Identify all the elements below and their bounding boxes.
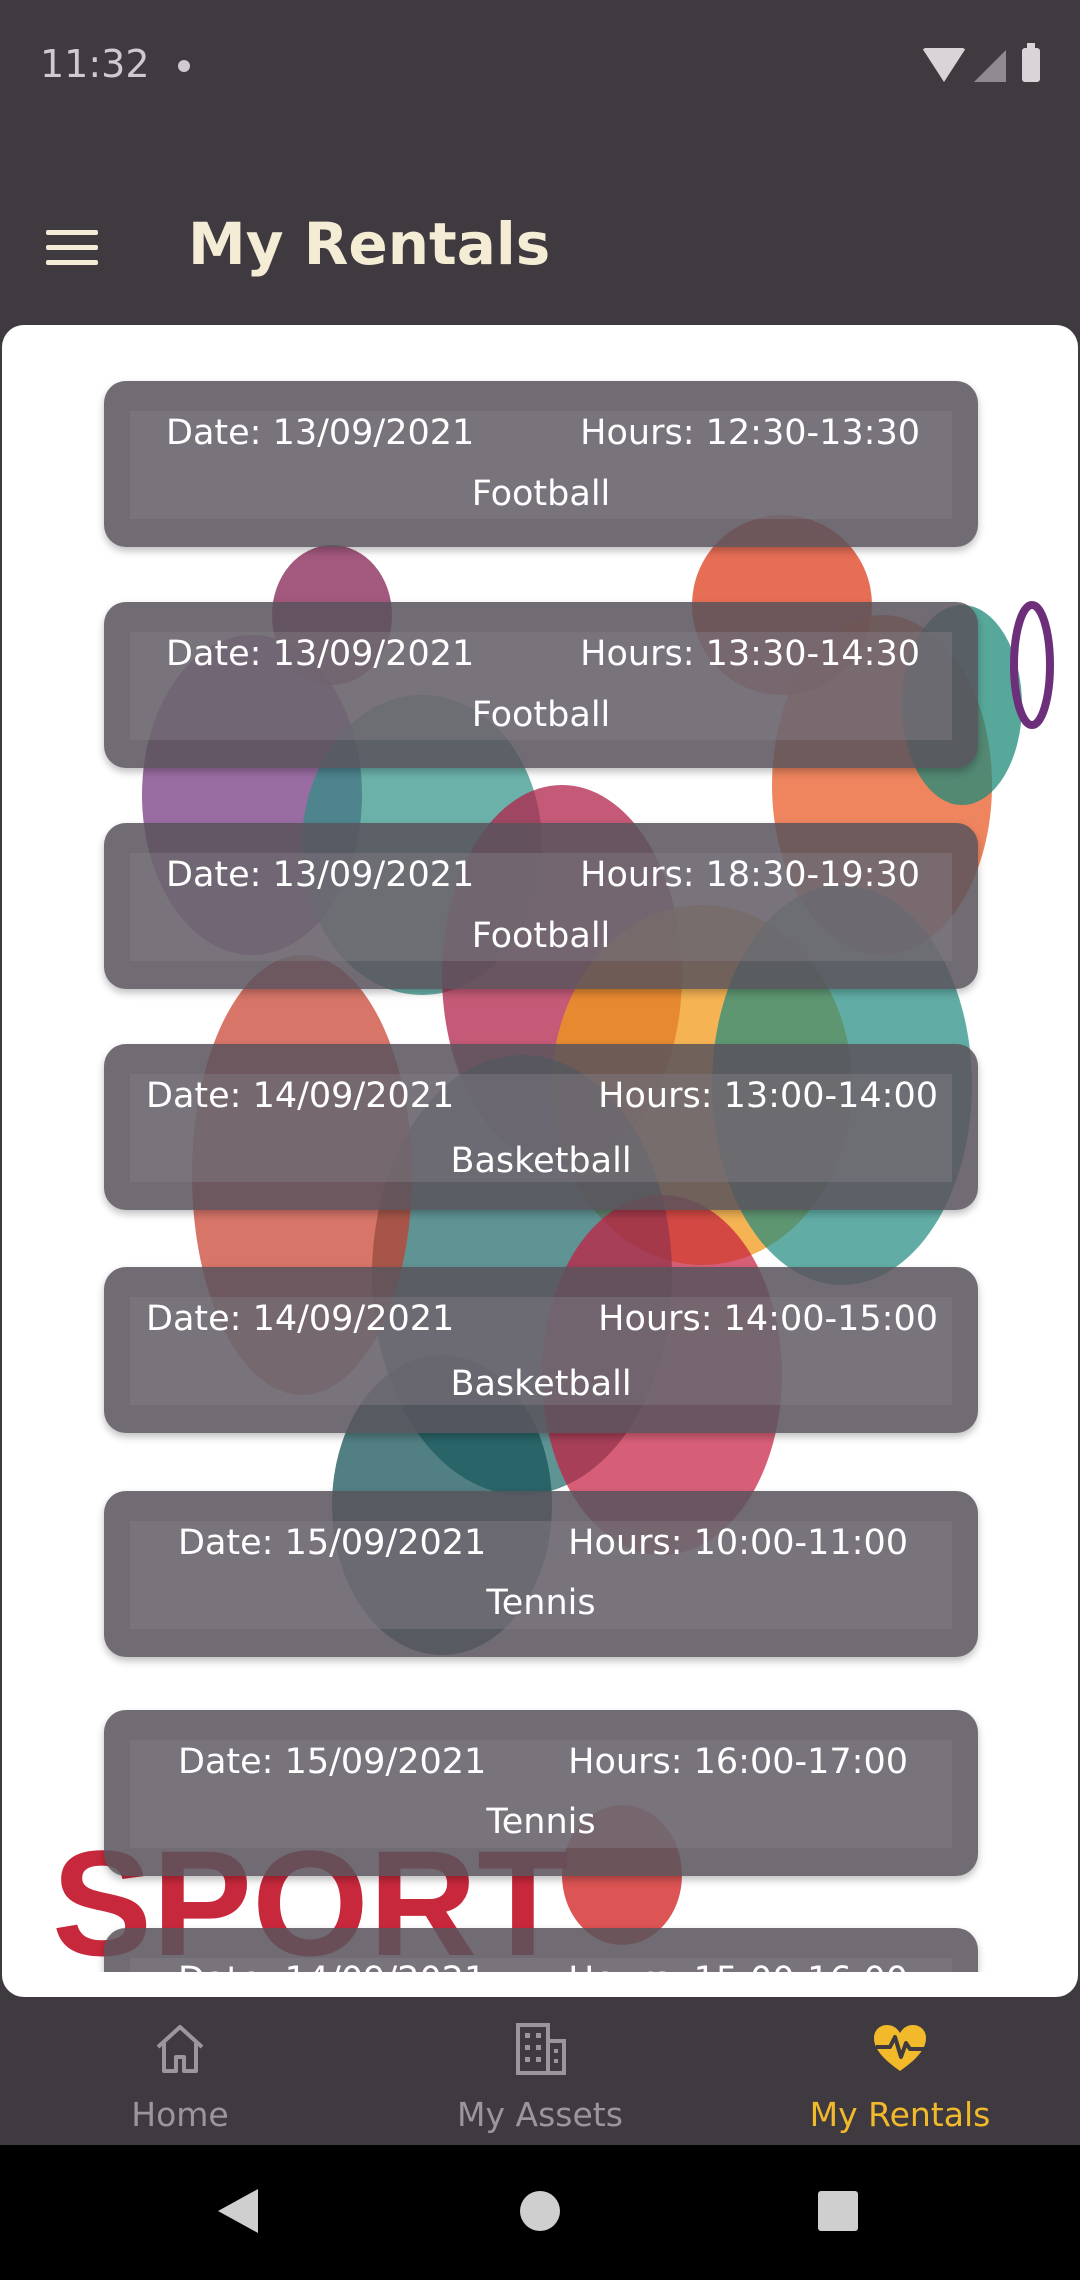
rental-date: Date: 13/09/2021 [166,634,475,674]
rental-hours: Hours: 13:00-14:00 [598,1076,938,1116]
rental-sport: Football [471,916,611,956]
cellular-signal-icon [974,50,1006,82]
rental-card[interactable]: Date: 13/09/2021 Hours: 13:30-14:30 Foot… [104,602,978,768]
recents-square-icon[interactable] [818,2191,858,2231]
rental-hours: Hours: 14:00-15:00 [598,1299,938,1339]
rental-sport: Football [471,474,611,514]
notification-dot-icon [178,60,190,72]
rental-date: Date: 13/09/2021 [166,413,475,453]
status-bar: 11:32 [0,0,1080,130]
nav-label-home: Home [131,2095,229,2134]
system-navigation-bar [0,2145,1080,2280]
nav-item-home[interactable]: Home [0,1997,360,2145]
rental-date: Date: 13/09/2021 [166,855,475,895]
rental-card[interactable]: Date: 15/09/2021 Hours: 10:00-11:00 Tenn… [104,1491,978,1657]
wifi-icon [922,48,966,82]
menu-icon[interactable] [46,230,98,266]
nav-label-my-assets: My Assets [457,2095,623,2134]
heart-pulse-icon [874,2025,926,2071]
rental-sport: Football [471,695,611,735]
rental-hours: Hours: 10:00-11:00 [568,1523,908,1563]
page-title: My Rentals [188,210,551,278]
rental-hours: Hours: 16:00-17:00 [568,1742,908,1782]
rental-date: Date: 15/09/2021 [178,1742,487,1782]
rental-date: Date: 14/09/2021 [178,1960,486,1972]
rental-date: Date: 14/09/2021 [146,1299,455,1339]
nav-item-my-assets[interactable]: My Assets [360,1997,720,2145]
rental-card[interactable]: Date: 14/09/2021 Hours: 15:00-16:00 [104,1928,978,1972]
rental-card[interactable]: Date: 13/09/2021 Hours: 18:30-19:30 Foot… [104,823,978,989]
rental-card[interactable]: Date: 13/09/2021 Hours: 12:30-13:30 Foot… [104,381,978,547]
rental-hours: Hours: 15:00-16:00 [568,1960,908,1972]
rental-hours: Hours: 18:30-19:30 [580,855,920,895]
rentals-list[interactable]: Date: 13/09/2021 Hours: 12:30-13:30 Foot… [2,325,1078,1972]
back-icon[interactable] [218,2189,258,2233]
status-time: 11:32 [40,42,150,86]
building-icon [516,2023,566,2075]
rental-card[interactable]: Date: 14/09/2021 Hours: 13:00-14:00 Bask… [104,1044,978,1210]
rental-hours: Hours: 13:30-14:30 [580,634,920,674]
rental-sport: Tennis [486,1583,596,1623]
bottom-navigation: Home My Assets My Rentals [0,1997,1080,2145]
rental-date: Date: 14/09/2021 [146,1076,455,1116]
rental-sport: Basketball [450,1364,632,1404]
rental-card[interactable]: Date: 14/09/2021 Hours: 14:00-15:00 Bask… [104,1267,978,1433]
rentals-content: SPORT Date: 13/09/2021 Hours: 12:30-13:3… [2,325,1078,1997]
rental-date: Date: 15/09/2021 [178,1523,487,1563]
rental-hours: Hours: 12:30-13:30 [580,413,920,453]
nav-item-my-rentals[interactable]: My Rentals [720,1997,1080,2145]
nav-label-my-rentals: My Rentals [809,2095,991,2134]
rental-card[interactable]: Date: 15/09/2021 Hours: 16:00-17:00 Tenn… [104,1710,978,1876]
rental-sport: Tennis [486,1802,596,1842]
home-circle-icon[interactable] [520,2191,560,2231]
battery-icon [1022,43,1040,82]
home-icon [156,2025,204,2073]
status-icons [922,43,1040,82]
rental-sport: Basketball [450,1141,632,1181]
